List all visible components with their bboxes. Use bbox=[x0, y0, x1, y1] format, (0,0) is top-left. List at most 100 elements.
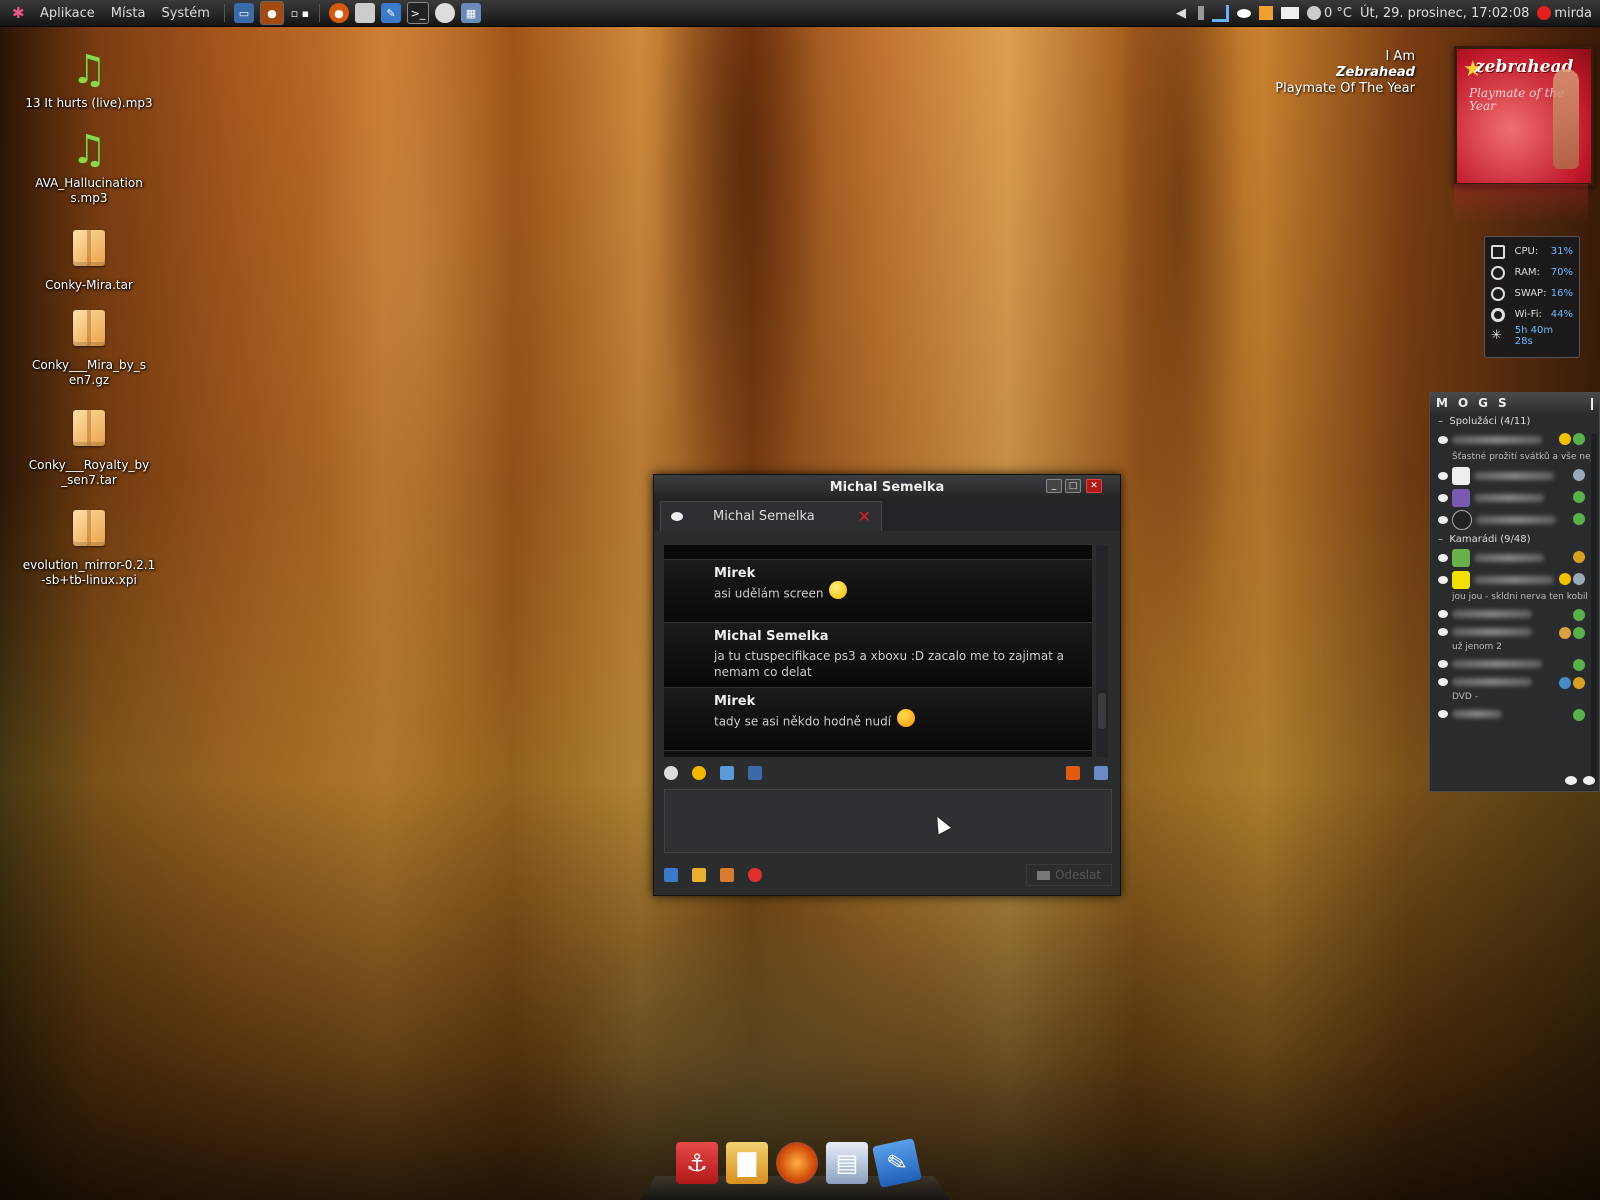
save-icon[interactable] bbox=[748, 766, 762, 780]
contact-group[interactable]: – Kamarádi (9/48) bbox=[1430, 531, 1599, 547]
gnome-foot-icon[interactable]: ✱ bbox=[12, 6, 26, 21]
contact-name-blurred bbox=[1452, 678, 1532, 686]
contact-item[interactable] bbox=[1430, 429, 1599, 451]
contact-item[interactable] bbox=[1430, 487, 1599, 509]
group-name: Kamarádi (9/48) bbox=[1449, 533, 1531, 545]
conky-label: SWAP: bbox=[1514, 288, 1547, 299]
chat-status-icon[interactable] bbox=[1237, 8, 1252, 18]
contact-item[interactable] bbox=[1430, 465, 1599, 487]
file-cabinet-icon[interactable]: ▤ bbox=[826, 1142, 868, 1184]
desktop-icon-audio-2[interactable]: ♫ AVA_Hallucinations.mp3 bbox=[19, 128, 159, 206]
conky-value: 31% bbox=[1550, 246, 1573, 257]
pidgin-launcher-icon[interactable] bbox=[434, 3, 455, 23]
desktop-icon-label: 13 It hurts (live).mp3 bbox=[25, 96, 153, 110]
envelope-icon bbox=[1036, 870, 1050, 880]
invite-icon[interactable] bbox=[720, 868, 734, 882]
laughing-smiley-icon bbox=[897, 709, 916, 727]
chat-tab[interactable]: Michal Semelka ✕ bbox=[660, 501, 882, 531]
messenger-launcher-icon[interactable]: ✎ bbox=[380, 3, 401, 23]
network-icon[interactable] bbox=[1212, 4, 1230, 22]
chat-app-icon[interactable]: ✎ bbox=[872, 1138, 922, 1188]
wifi-icon bbox=[1491, 307, 1505, 322]
status-bubble-icon bbox=[1438, 660, 1448, 668]
menu-system[interactable]: Systém bbox=[153, 6, 217, 21]
system-monitor-launcher-icon[interactable]: ▦ bbox=[460, 3, 481, 23]
song-artist: Zebrahead bbox=[1336, 65, 1415, 80]
menu-places[interactable]: Místa bbox=[103, 6, 154, 21]
contact-item[interactable] bbox=[1430, 569, 1599, 591]
now-playing-text: I Am Zebrahead Playmate Of The Year bbox=[1275, 49, 1415, 97]
desktop-icon-archive-3[interactable]: Conky___Royalty_by_sen7.tar bbox=[19, 406, 159, 488]
conky-label: Wi-Fi: bbox=[1514, 309, 1542, 320]
smiley-icon bbox=[829, 581, 848, 599]
message-item: Michal Semelka ja tu ctuspecifikace ps3 … bbox=[664, 623, 1092, 688]
firefox-icon[interactable] bbox=[776, 1142, 818, 1184]
mail-launcher-icon[interactable] bbox=[354, 3, 375, 23]
status-bubble-icon bbox=[1438, 678, 1448, 686]
workspace-switcher-icon[interactable]: ▫ ▪ bbox=[290, 3, 310, 23]
desktop-icon-audio-1[interactable]: ♫ 13 It hurts (live).mp3 bbox=[19, 48, 159, 111]
user-info-icon[interactable] bbox=[1094, 766, 1108, 780]
message-nick: Mirek bbox=[714, 694, 756, 709]
clock[interactable]: Út, 29. prosinec, 17:02:08 bbox=[1360, 6, 1529, 21]
contact-item[interactable] bbox=[1430, 623, 1599, 641]
mail-notify-icon[interactable] bbox=[1281, 7, 1300, 19]
terminal-launcher-icon[interactable]: >_ bbox=[406, 2, 429, 24]
contact-item[interactable] bbox=[1430, 655, 1599, 673]
menu-handle-icon[interactable]: ❙ bbox=[1587, 396, 1597, 410]
anchor-icon[interactable]: ⚓ bbox=[676, 1142, 718, 1184]
contact-status-message: jou jou - skldni nerva ten kobil bbox=[1452, 592, 1588, 602]
send-file-icon[interactable] bbox=[664, 868, 678, 882]
minimize-button[interactable]: _ bbox=[1046, 479, 1062, 493]
status-icons bbox=[1559, 677, 1585, 689]
package-updates-icon[interactable] bbox=[1259, 6, 1274, 20]
album-cover[interactable]: ★ zebrahead Playmate of the Year bbox=[1454, 46, 1594, 186]
show-desktop-icon[interactable]: ▭ bbox=[233, 3, 254, 23]
equalizer-icon[interactable]: ▇ bbox=[726, 1142, 768, 1184]
chat-bubble-icon[interactable] bbox=[1583, 776, 1595, 785]
chat-titlebar[interactable]: Michal Semelka _ □ ✕ bbox=[654, 475, 1120, 499]
volume-icon[interactable]: ◀ bbox=[1176, 6, 1190, 21]
contact-item[interactable] bbox=[1430, 509, 1599, 531]
contact-item[interactable] bbox=[1430, 705, 1599, 723]
nudge-icon[interactable] bbox=[1066, 766, 1080, 780]
contact-item[interactable] bbox=[1430, 605, 1599, 623]
desktop-icon-archive-2[interactable]: Conky___Mira_by_sen7.gz bbox=[19, 306, 159, 388]
avatar bbox=[1452, 489, 1470, 507]
message-scrollbar[interactable] bbox=[1096, 545, 1108, 757]
block-icon[interactable] bbox=[748, 868, 762, 882]
contact-status-message: už jenom 2 bbox=[1452, 642, 1502, 652]
message-input[interactable] bbox=[664, 789, 1112, 853]
chat-bubble-icon[interactable] bbox=[1565, 776, 1577, 785]
weather-applet[interactable]: 0 °C bbox=[1307, 6, 1352, 21]
notes-icon[interactable] bbox=[692, 868, 706, 882]
swap-icon bbox=[1491, 286, 1505, 301]
scrollbar-thumb[interactable] bbox=[1098, 693, 1106, 729]
contact-item[interactable] bbox=[1430, 673, 1599, 691]
maximize-button[interactable]: □ bbox=[1065, 479, 1081, 493]
history-icon[interactable] bbox=[664, 766, 678, 780]
battery-icon[interactable] bbox=[1198, 6, 1205, 20]
status-bubble-icon bbox=[1438, 516, 1448, 524]
desktop-icon-archive-1[interactable]: Conky-Mira.tar bbox=[19, 226, 159, 293]
message-history[interactable]: Mirek asi udělám screen Michal Semelka j… bbox=[664, 545, 1092, 757]
chat-window-title: Michal Semelka bbox=[829, 479, 945, 495]
tab-close-icon[interactable]: ✕ bbox=[858, 507, 871, 526]
insert-image-icon[interactable] bbox=[720, 766, 734, 780]
contact-status-message: DVD - bbox=[1452, 692, 1478, 702]
group-name: Spolužáci (4/11) bbox=[1449, 415, 1531, 427]
contact-group[interactable]: – Spolužáci (4/11) bbox=[1430, 413, 1599, 429]
contact-list-header: MOGS ❙ bbox=[1430, 393, 1599, 413]
system-tray: ◀ 0 °C Út, 29. prosinec, 17:02:08 mirda bbox=[1176, 4, 1600, 22]
desktop-icon-archive-4[interactable]: evolution_mirror-0.2.1-sb+tb-linux.xpi bbox=[19, 506, 159, 588]
conky-value: 44% bbox=[1550, 309, 1573, 320]
menu-applications[interactable]: Aplikace bbox=[32, 6, 103, 21]
emoticon-icon[interactable] bbox=[692, 766, 706, 780]
firefox-launcher-icon[interactable]: ● bbox=[328, 3, 349, 23]
close-button[interactable]: ✕ bbox=[1086, 479, 1102, 493]
contact-name-blurred bbox=[1452, 610, 1532, 618]
user-switcher[interactable]: mirda bbox=[1537, 6, 1592, 21]
send-button[interactable]: Odeslat bbox=[1026, 864, 1112, 886]
contact-item[interactable] bbox=[1430, 547, 1599, 569]
firefox-task-icon[interactable]: ● bbox=[259, 1, 284, 25]
